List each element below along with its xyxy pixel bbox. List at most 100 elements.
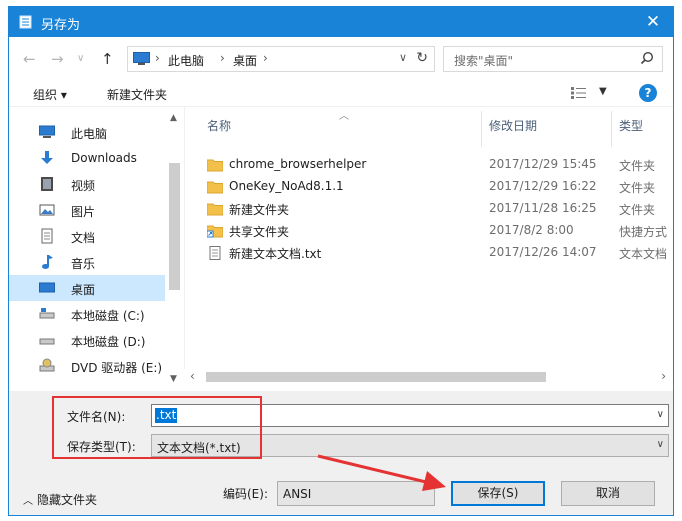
drive-icon <box>39 338 55 345</box>
sidebar-item-videos[interactable]: 视频 <box>9 171 165 197</box>
scroll-down-icon[interactable]: ▼ <box>170 374 177 384</box>
sidebar-item-label: 文档 <box>71 231 96 245</box>
annotation-highlight-box <box>52 396 262 459</box>
document-icon <box>41 228 53 244</box>
search-input[interactable]: 搜索"桌面" <box>443 46 663 72</box>
window-title: 另存为 <box>41 18 81 33</box>
file-type: 文本文档 <box>619 247 668 261</box>
sidebar-item-downloads[interactable]: Downloads <box>9 145 165 171</box>
sidebar-item-documents[interactable]: 文档 <box>9 223 165 249</box>
forward-arrow-icon[interactable]: → <box>51 50 64 68</box>
sidebar-item-desktop[interactable]: 桌面 <box>9 275 165 301</box>
sidebar-item-drive-d[interactable]: 本地磁盘 (D:) <box>9 327 165 353</box>
back-arrow-icon[interactable]: ← <box>23 50 36 68</box>
new-folder-button[interactable]: 新建文件夹 <box>107 86 167 103</box>
address-bar[interactable]: › 此电脑 › 桌面 › ∨ ↻ <box>127 46 435 72</box>
up-arrow-icon[interactable]: ↑ <box>101 50 114 68</box>
breadcrumb-desktop[interactable]: 桌面 <box>233 52 257 69</box>
horizontal-scrollbar[interactable]: ‹ › <box>184 369 672 386</box>
scrollbar-thumb[interactable] <box>169 163 180 290</box>
desktop-icon <box>39 282 55 293</box>
file-row[interactable]: OneKey_NoAd8.1.1 2017/12/29 16:22 文件夹 <box>185 176 672 198</box>
drive-icon <box>39 308 55 319</box>
column-divider[interactable] <box>481 111 482 147</box>
breadcrumb-chevron-icon[interactable]: › <box>263 51 268 65</box>
view-dropdown-icon[interactable]: ▼ <box>599 86 607 97</box>
hide-folders-toggle[interactable]: ︿ 隐藏文件夹 <box>23 491 97 508</box>
sidebar-item-dvd-drive[interactable]: DVD 驱动器 (E:) <box>9 353 165 379</box>
file-type: 快捷方式 <box>619 225 668 239</box>
file-type: 文件夹 <box>619 203 656 217</box>
file-row[interactable]: 新建文本文档.txt 2017/12/26 14:07 文本文档 <box>185 242 672 264</box>
navigation-pane: 此电脑 Downloads 视频 图片 文档 音乐 桌面 本地磁盘 (C:) 本… <box>9 111 184 388</box>
help-icon[interactable]: ? <box>639 84 657 102</box>
encoding-value: ANSI <box>283 487 312 501</box>
sidebar-item-label: 本地磁盘 (C:) <box>71 309 145 323</box>
notepad-icon <box>19 15 32 29</box>
file-row[interactable]: chrome_browserhelper 2017/12/29 15:45 文件… <box>185 154 672 176</box>
file-name: chrome_browserhelper <box>229 157 367 171</box>
sidebar-item-label: Downloads <box>71 151 137 165</box>
column-header-date[interactable]: 修改日期 <box>489 117 537 134</box>
scroll-left-icon[interactable]: ‹ <box>190 369 195 383</box>
file-row[interactable]: 共享文件夹 2017/8/2 8:00 快捷方式 <box>185 220 672 242</box>
sidebar-item-drive-c[interactable]: 本地磁盘 (C:) <box>9 301 165 327</box>
file-name: 新建文件夹 <box>229 203 290 217</box>
refresh-icon[interactable]: ↻ <box>416 50 428 66</box>
sidebar-item-label: 图片 <box>71 205 96 219</box>
picture-icon <box>39 204 55 216</box>
sidebar-item-label: 此电脑 <box>71 127 108 141</box>
address-dropdown-icon[interactable]: ∨ <box>399 51 407 64</box>
breadcrumb-chevron-icon[interactable]: › <box>155 51 160 65</box>
file-date: 2017/12/29 16:22 <box>489 179 597 193</box>
chevron-down-icon[interactable]: ∨ <box>657 409 664 420</box>
close-icon[interactable]: ✕ <box>633 7 673 37</box>
sidebar-item-music[interactable]: 音乐 <box>9 249 165 275</box>
breadcrumb-this-pc[interactable]: 此电脑 <box>168 52 204 69</box>
sidebar-item-this-pc[interactable]: 此电脑 <box>9 119 165 145</box>
navigation-bar: ← → ∨ ↑ › 此电脑 › 桌面 › ∨ ↻ 搜索"桌面" <box>9 37 673 81</box>
shortcut-folder-icon <box>207 225 223 238</box>
recent-locations-chevron-icon[interactable]: ∨ <box>77 53 84 64</box>
folder-icon <box>207 159 223 172</box>
encoding-select[interactable]: ANSI <box>277 481 435 506</box>
column-divider[interactable] <box>611 111 612 147</box>
cancel-button[interactable]: 取消 <box>561 481 655 506</box>
file-date: 2017/11/28 16:25 <box>489 201 597 215</box>
organize-menu-button[interactable]: 组织 ▾ <box>33 86 67 103</box>
sort-ascending-icon: ︿ <box>339 111 349 122</box>
sidebar-scrollbar[interactable]: ▲ ▼ <box>166 111 183 388</box>
sidebar-item-label: DVD 驱动器 (E:) <box>71 361 163 375</box>
search-placeholder: 搜索"桌面" <box>454 54 514 68</box>
file-type: 文件夹 <box>619 181 656 195</box>
column-header-name[interactable]: 名称 <box>207 117 231 134</box>
column-header-type[interactable]: 类型 <box>619 117 643 134</box>
sidebar-item-label: 桌面 <box>71 283 96 297</box>
sidebar-item-pictures[interactable]: 图片 <box>9 197 165 223</box>
file-date: 2017/12/26 14:07 <box>489 245 597 259</box>
breadcrumb-chevron-icon[interactable]: › <box>220 51 225 65</box>
scroll-up-icon[interactable]: ▲ <box>170 113 177 123</box>
scrollbar-thumb[interactable] <box>206 372 546 382</box>
chevron-down-icon[interactable]: ∨ <box>657 439 664 450</box>
download-icon <box>41 151 53 164</box>
chevron-up-icon: ︿ <box>23 496 33 507</box>
hide-folders-label: 隐藏文件夹 <box>37 493 98 507</box>
save-button[interactable]: 保存(S) <box>451 481 545 506</box>
file-date: 2017/12/29 15:45 <box>489 157 597 171</box>
sidebar-item-label: 音乐 <box>71 257 96 271</box>
file-name: 共享文件夹 <box>229 225 290 239</box>
file-row[interactable]: 新建文件夹 2017/11/28 16:25 文件夹 <box>185 198 672 220</box>
dvd-icon <box>39 358 55 372</box>
command-toolbar: 组织 ▾ 新建文件夹 ▼ ? <box>9 81 673 107</box>
file-date: 2017/8/2 8:00 <box>489 223 574 237</box>
scroll-right-icon[interactable]: › <box>661 369 666 383</box>
title-bar[interactable]: 另存为 ✕ <box>9 7 673 37</box>
video-icon <box>41 177 53 191</box>
pc-icon <box>133 52 150 65</box>
folder-icon <box>207 181 223 194</box>
search-icon[interactable] <box>640 51 654 65</box>
sidebar-item-label: 本地磁盘 (D:) <box>71 335 146 349</box>
view-options-icon[interactable] <box>571 87 587 99</box>
folder-icon <box>207 203 223 216</box>
